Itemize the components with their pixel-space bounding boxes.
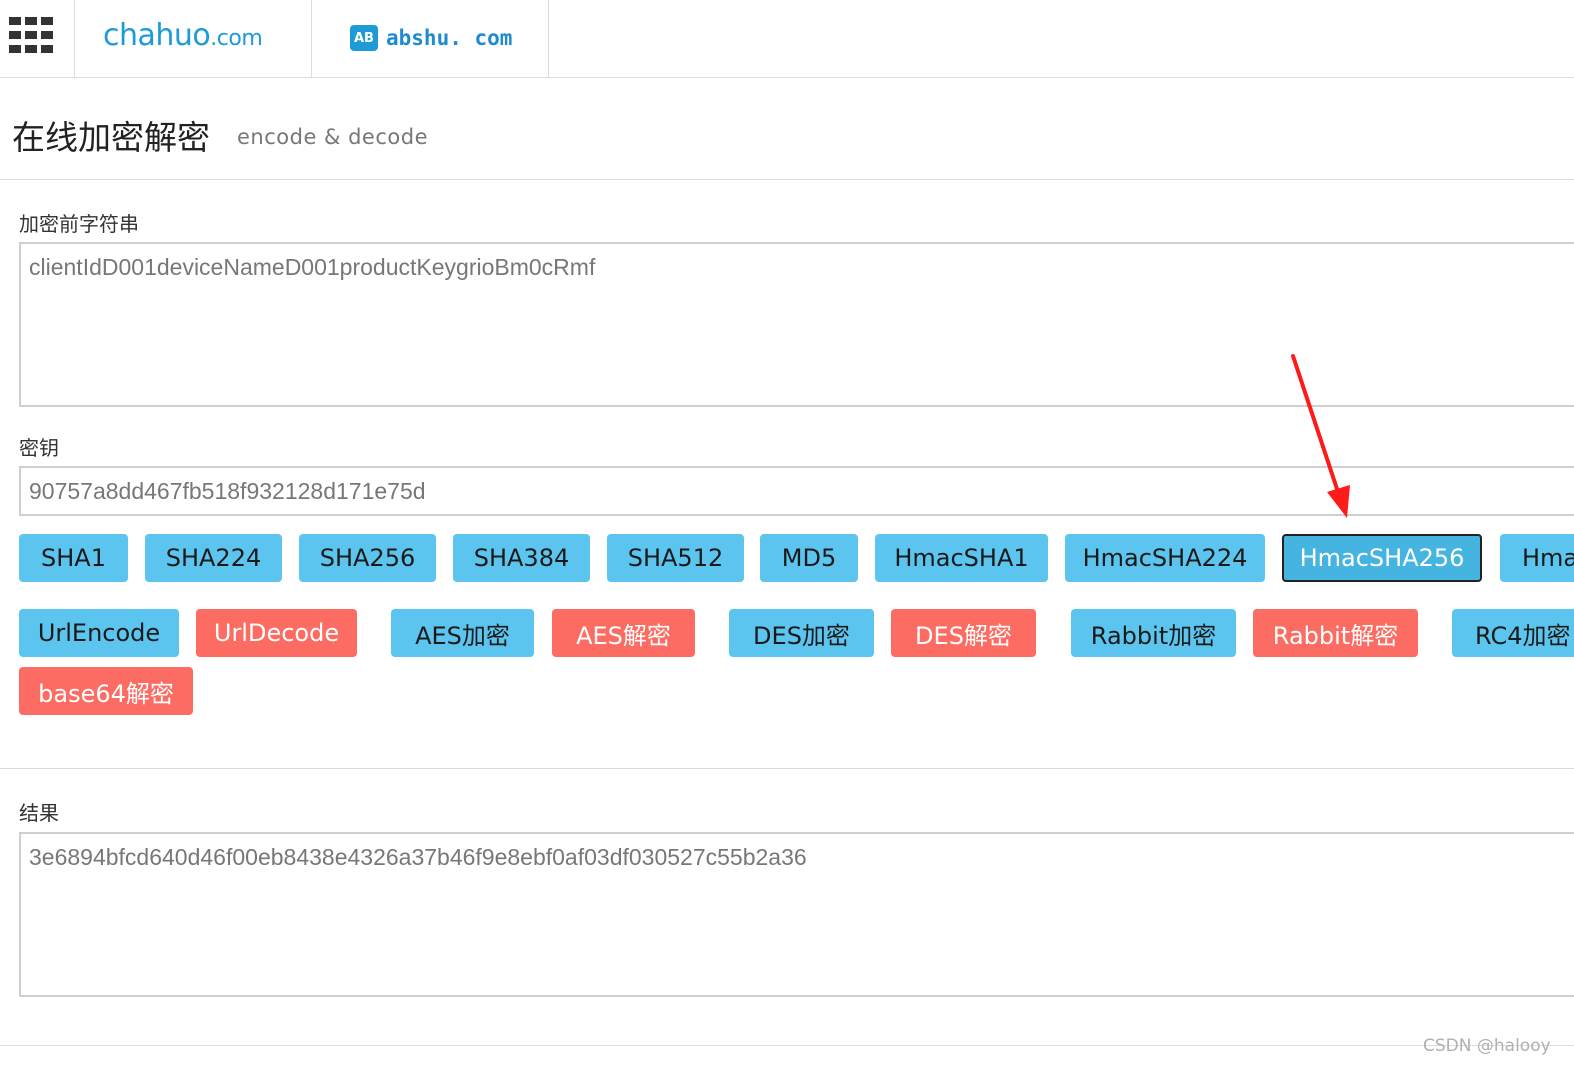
watermark: CSDN @halooy [1423,1036,1551,1056]
annotation-arrow-icon [1291,354,1350,518]
